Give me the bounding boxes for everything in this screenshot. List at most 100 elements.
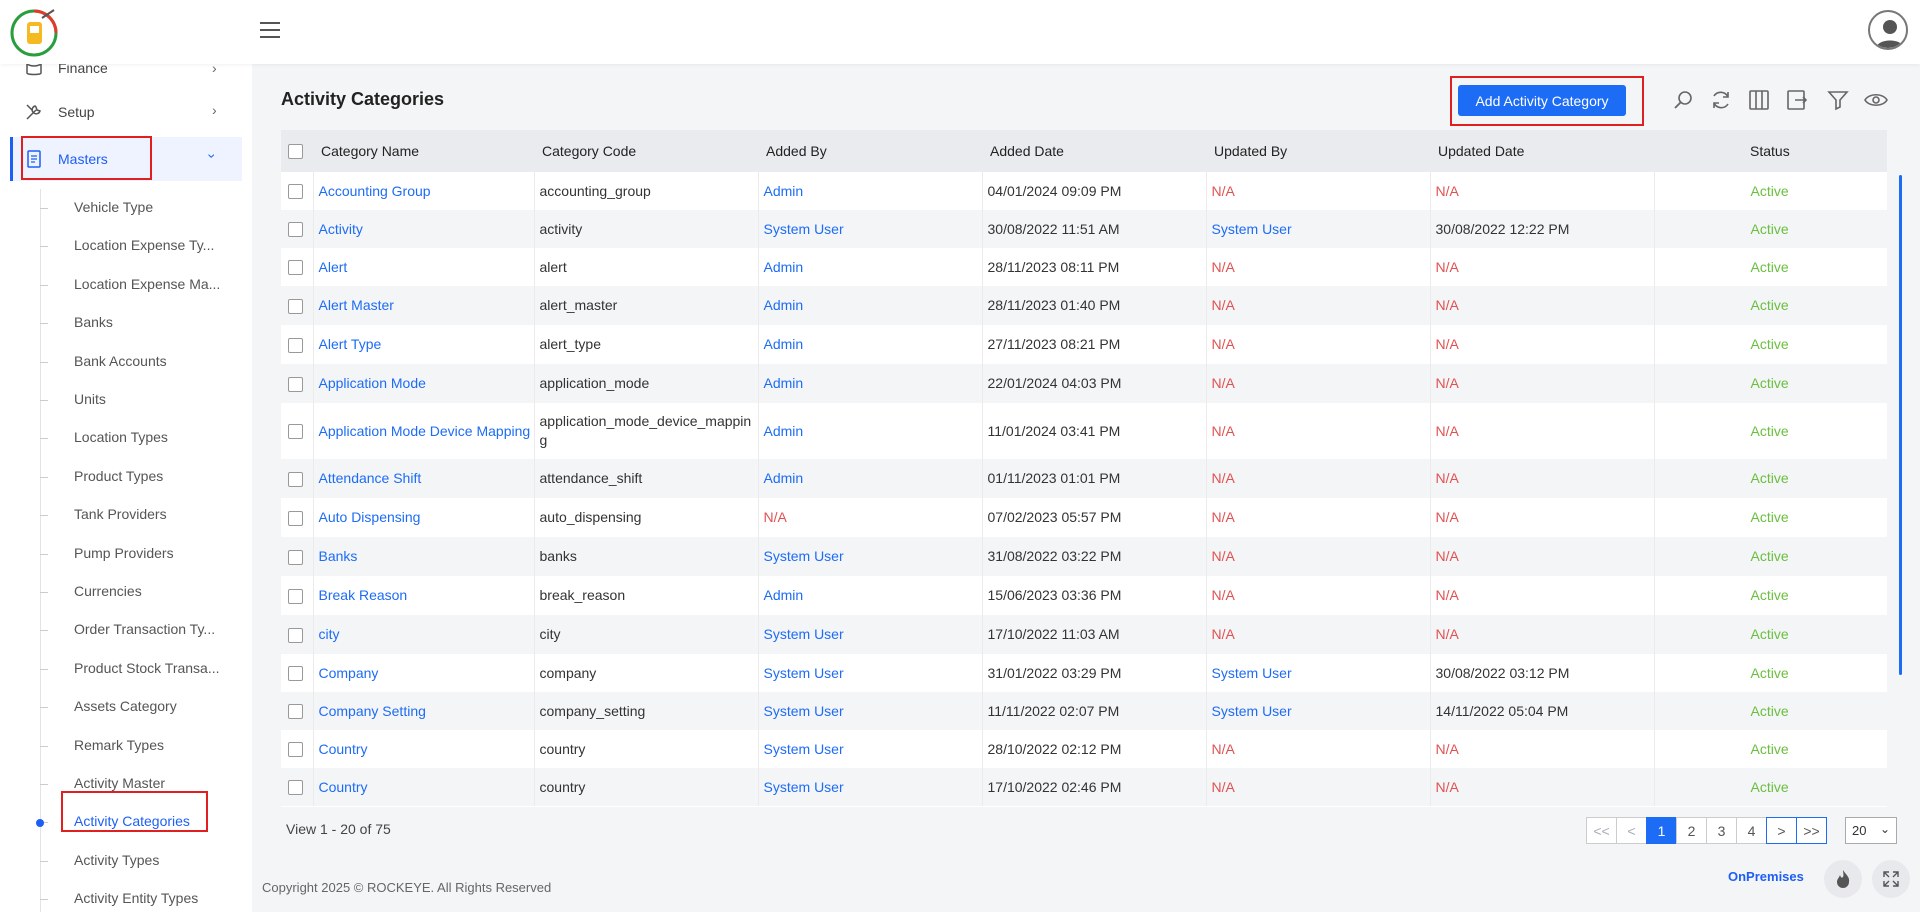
row-checkbox-cell[interactable]: [281, 459, 314, 498]
table-row[interactable]: Alert Type alert_type Admin 27/11/2023 08:2…: [281, 325, 1887, 364]
row-checkbox[interactable]: [288, 222, 303, 238]
user-avatar[interactable]: [1868, 10, 1908, 50]
category-name-link[interactable]: Banks: [313, 537, 535, 576]
sidebar-subitem[interactable]: Pump Providers: [74, 545, 174, 561]
row-checkbox[interactable]: [288, 780, 303, 796]
select-all-checkbox-cell[interactable]: [281, 130, 313, 172]
sidebar-item-setup[interactable]: Setup: [24, 102, 95, 122]
sidebar-subitem[interactable]: Product Types: [74, 468, 163, 484]
column-header[interactable]: Category Code: [534, 130, 758, 172]
sidebar-item-masters[interactable]: Masters: [24, 149, 108, 169]
row-checkbox[interactable]: [288, 337, 303, 353]
page-size-select[interactable]: 20 ⌄: [1845, 817, 1897, 844]
row-checkbox[interactable]: [288, 298, 303, 314]
row-checkbox-cell[interactable]: [281, 730, 314, 768]
row-checkbox[interactable]: [288, 588, 303, 604]
column-header[interactable]: Updated Date: [1430, 130, 1654, 172]
category-name-link[interactable]: Attendance Shift: [313, 459, 535, 498]
category-name-link[interactable]: Application Mode Device Mapping: [313, 403, 535, 459]
sidebar-subitem[interactable]: Product Stock Transa...: [74, 660, 220, 676]
select-all-checkbox[interactable]: [288, 144, 303, 160]
row-checkbox-cell[interactable]: [281, 210, 314, 248]
table-row[interactable]: Alert Master alert_master Admin 28/11/2023 …: [281, 286, 1887, 325]
table-scrollbar[interactable]: [1899, 175, 1902, 675]
row-checkbox-cell[interactable]: [281, 768, 314, 806]
sidebar-subitem[interactable]: Tank Providers: [74, 506, 167, 522]
columns-icon[interactable]: [1747, 88, 1771, 112]
table-row[interactable]: Break Reason break_reason Admin 15/06/2023 …: [281, 576, 1887, 615]
table-row[interactable]: Application Mode application_mode Admin 22/…: [281, 364, 1887, 403]
sidebar-subitem[interactable]: Banks: [74, 314, 113, 330]
row-checkbox[interactable]: [288, 742, 303, 758]
sidebar-subitem[interactable]: Order Transaction Ty...: [74, 621, 215, 637]
row-checkbox-cell[interactable]: [281, 615, 314, 654]
category-name-link[interactable]: Alert: [313, 248, 535, 286]
sidebar-subitem[interactable]: Location Expense Ma...: [74, 276, 220, 292]
sidebar-subitem[interactable]: Location Expense Ty...: [74, 237, 214, 253]
column-header[interactable]: Updated By: [1206, 130, 1430, 172]
column-header[interactable]: Category Name: [313, 130, 534, 172]
table-row[interactable]: Auto Dispensing auto_dispensing N/A 07/02/2…: [281, 498, 1887, 537]
row-checkbox-cell[interactable]: [281, 537, 314, 576]
category-name-link[interactable]: Company Setting: [313, 692, 535, 730]
row-checkbox[interactable]: [288, 424, 303, 440]
row-checkbox-cell[interactable]: [281, 654, 314, 692]
category-name-link[interactable]: Company: [313, 654, 535, 692]
fire-icon[interactable]: [1824, 860, 1862, 898]
category-name-link[interactable]: Country: [313, 730, 535, 768]
column-header[interactable]: Added Date: [982, 130, 1206, 172]
row-checkbox[interactable]: [288, 471, 303, 487]
page-button[interactable]: 2: [1676, 817, 1707, 844]
table-row[interactable]: Banks banks System User 31/08/2022 03:22 PM…: [281, 537, 1887, 576]
sidebar-subitem[interactable]: Vehicle Type: [74, 199, 153, 215]
sidebar-subitem[interactable]: Currencies: [74, 583, 142, 599]
refresh-icon[interactable]: [1709, 88, 1733, 112]
table-row[interactable]: Country country System User 28/10/2022 02:1…: [281, 730, 1887, 768]
page-button[interactable]: 1: [1646, 817, 1677, 844]
table-row[interactable]: Alert alert Admin 28/11/2023 08:11 PM N/A N/A…: [281, 248, 1887, 286]
sidebar-item-finance[interactable]: Finance: [24, 64, 108, 78]
page-button[interactable]: 3: [1706, 817, 1737, 844]
sidebar-subitem[interactable]: Activity Master: [74, 775, 165, 791]
table-row[interactable]: Attendance Shift attendance_shift Admin 01/…: [281, 459, 1887, 498]
table-row[interactable]: Activity activity System User 30/08/2022 11…: [281, 210, 1887, 248]
last-page-button[interactable]: >>: [1796, 817, 1827, 844]
row-checkbox[interactable]: [288, 627, 303, 643]
table-row[interactable]: Application Mode Device Mapping applicati…: [281, 403, 1887, 459]
category-name-link[interactable]: Accounting Group: [313, 172, 535, 210]
row-checkbox[interactable]: [288, 260, 303, 276]
column-header[interactable]: Status: [1654, 130, 1887, 172]
sidebar-subitem[interactable]: Units: [74, 391, 106, 407]
row-checkbox[interactable]: [288, 184, 303, 200]
row-checkbox[interactable]: [288, 510, 303, 526]
table-row[interactable]: Accounting Group accounting_group Admin 04/…: [281, 172, 1887, 210]
row-checkbox-cell[interactable]: [281, 172, 314, 210]
table-row[interactable]: Country country System User 17/10/2022 02:4…: [281, 768, 1887, 806]
category-name-link[interactable]: Application Mode: [313, 364, 535, 403]
app-logo[interactable]: [8, 6, 60, 58]
export-icon[interactable]: [1785, 88, 1809, 112]
row-checkbox[interactable]: [288, 549, 303, 565]
eye-icon[interactable]: [1864, 88, 1888, 112]
row-checkbox-cell[interactable]: [281, 325, 314, 364]
category-name-link[interactable]: Break Reason: [313, 576, 535, 615]
sidebar-subitem[interactable]: Activity Types: [74, 852, 159, 868]
table-row[interactable]: Company company System User 31/01/2022 03:2…: [281, 654, 1887, 692]
category-name-link[interactable]: city: [313, 615, 535, 654]
sidebar-subitem[interactable]: Remark Types: [74, 737, 164, 753]
sidebar-subitem[interactable]: Activity Entity Types: [74, 890, 198, 906]
row-checkbox[interactable]: [288, 666, 303, 682]
table-row[interactable]: city city System User 17/10/2022 11:03 AM N/…: [281, 615, 1887, 654]
row-checkbox[interactable]: [288, 704, 303, 720]
first-page-button[interactable]: <<: [1586, 817, 1617, 844]
page-button[interactable]: 4: [1736, 817, 1767, 844]
row-checkbox-cell[interactable]: [281, 248, 314, 286]
row-checkbox-cell[interactable]: [281, 364, 314, 403]
sidebar-subitem[interactable]: Activity Categories: [74, 813, 190, 829]
row-checkbox-cell[interactable]: [281, 403, 314, 459]
search-icon[interactable]: [1672, 88, 1696, 112]
category-name-link[interactable]: Activity: [313, 210, 535, 248]
category-name-link[interactable]: Auto Dispensing: [313, 498, 535, 537]
table-row[interactable]: Company Setting company_setting System Use…: [281, 692, 1887, 730]
row-checkbox[interactable]: [288, 376, 303, 392]
